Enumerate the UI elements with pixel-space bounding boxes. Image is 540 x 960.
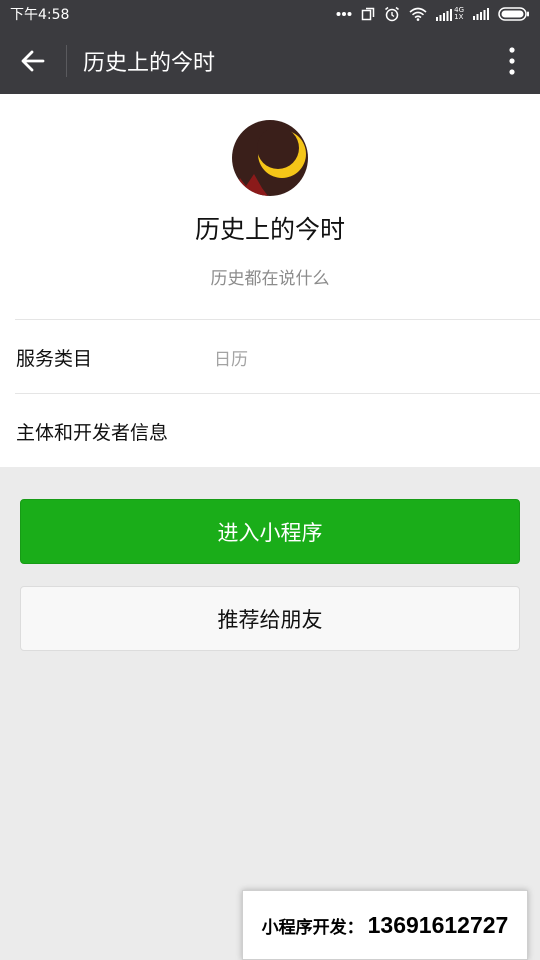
status-left: 下午4:58 [10,4,69,24]
promo-box: 小程序开发： 13691612727 [242,890,528,960]
signal-strength-icon [473,8,489,20]
status-bar: 下午4:58 4G 1X [0,0,540,28]
info-label-developer: 主体和开发者信息 [16,421,169,444]
app-avatar [232,120,308,196]
promo-phone: 13691612727 [367,911,509,938]
more-dots-icon [336,12,352,16]
promo-label: 小程序开发： [261,917,364,937]
more-button[interactable] [484,28,540,94]
enter-miniprogram-button[interactable]: 进入小程序 [20,499,520,564]
info-row-category: 服务类目 日历 [0,320,540,394]
app-description: 历史都在说什么 [210,269,330,289]
screen-rotate-icon [361,7,375,21]
status-right: 4G 1X [336,6,530,22]
network-1x-label: 1X [454,13,464,21]
profile-card: 历史上的今时 历史都在说什么 服务类目 日历 主体和开发者信息 [0,94,540,467]
info-value-category: 日历 [214,349,248,370]
nav-divider [66,45,67,77]
signal-bars-icon [436,9,453,21]
more-vertical-icon [509,47,515,75]
status-time: 下午4:58 [10,7,70,23]
battery-icon [498,7,529,21]
network-type: 4G 1X [454,7,464,21]
share-to-friend-button[interactable]: 推荐给朋友 [20,586,520,651]
app-name: 历史上的今时 [194,215,345,244]
alarm-clock-icon [385,6,400,22]
signal-4g-indicator: 4G 1X [436,7,464,21]
page-title: 历史上的今时 [83,51,216,76]
back-button[interactable] [0,28,66,94]
wifi-icon [409,7,427,21]
nav-bar: 历史上的今时 [0,28,540,94]
info-label-category: 服务类目 [16,347,93,370]
arrow-left-icon [21,50,45,72]
info-row-developer[interactable]: 主体和开发者信息 [0,394,540,468]
